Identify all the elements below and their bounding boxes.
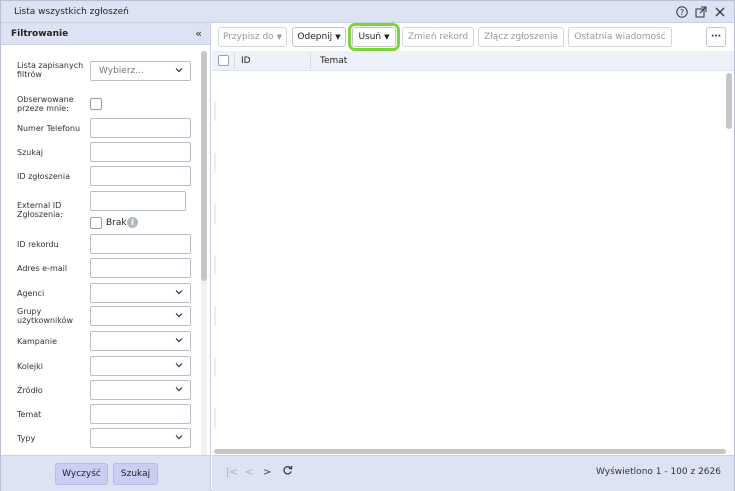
email-label: Adres e-mail (17, 264, 68, 273)
chevron-down-icon (175, 363, 183, 368)
agents-select[interactable] (90, 283, 191, 303)
ticket-id-input[interactable] (90, 166, 191, 186)
table-vertical-scrollbar[interactable] (726, 73, 732, 129)
saved-filters-label: Lista zapisanych filtrów (17, 61, 84, 79)
phone-input[interactable] (90, 118, 191, 138)
subject-input[interactable] (90, 404, 191, 424)
chevron-down-icon (175, 68, 183, 73)
caret-down-icon: ▼ (276, 33, 283, 41)
merge-tickets-button[interactable]: Złącz zgłoszenia (478, 27, 564, 47)
source-label: Źródło (17, 386, 43, 395)
user-groups-label: Grupy użytkowników (17, 307, 74, 325)
action-toolbar: Przypisz do ▼ Odepnij ▼ Usuń ▼ Zmień rekord… (212, 23, 734, 51)
window-controls: ? (675, 5, 726, 18)
popout-icon[interactable] (694, 5, 707, 18)
search-button[interactable]: Szukaj (113, 463, 158, 485)
previous-page-icon[interactable]: < (245, 467, 253, 478)
agents-label: Agenci (17, 289, 45, 298)
first-page-icon[interactable]: |< (226, 467, 238, 478)
record-id-input[interactable] (90, 234, 191, 254)
source-select[interactable] (90, 380, 191, 400)
campaigns-select[interactable] (90, 331, 191, 351)
row-marker (214, 306, 216, 326)
external-id-input[interactable] (90, 191, 186, 211)
unpin-dropdown[interactable]: Odepnij ▼ (292, 27, 346, 47)
row-marker (214, 255, 216, 275)
info-icon[interactable]: i (127, 217, 138, 228)
delete-dropdown[interactable]: Usuń ▼ (348, 23, 400, 51)
column-header-subject[interactable]: Temat (320, 56, 347, 66)
saved-filters-placeholder: Wybierz... (99, 66, 144, 76)
queues-label: Kolejki (17, 362, 43, 371)
queues-select[interactable] (90, 356, 191, 376)
ticket-id-label: ID zgłoszenia (17, 172, 70, 181)
observed-checkbox[interactable] (90, 98, 102, 110)
svg-text:?: ? (679, 8, 683, 17)
select-all-checkbox[interactable] (218, 55, 229, 66)
chevron-down-icon (175, 435, 183, 440)
clear-button[interactable]: Wyczyść (55, 463, 108, 485)
table-body (212, 71, 734, 449)
row-marker (214, 204, 216, 224)
next-page-icon[interactable]: > (263, 467, 271, 478)
window-titlebar: Lista wszystkich zgłoszeń ? (1, 1, 734, 23)
search-input[interactable] (90, 142, 191, 162)
types-select[interactable] (90, 428, 191, 448)
row-marker (214, 357, 216, 377)
filter-panel: Filtrowanie « Lista zapisanych filtrów W… (1, 23, 211, 491)
last-message-button[interactable]: Ostatnia wiadomość (568, 27, 672, 47)
chevron-down-icon (175, 387, 183, 392)
ticket-list-window: Lista wszystkich zgłoszeń ? Filtrowanie … (0, 0, 735, 491)
table-horizontal-scrollbar[interactable] (214, 449, 726, 454)
filter-panel-title: Filtrowanie (11, 29, 69, 39)
unpin-label: Odepnij (297, 32, 333, 42)
assign-to-dropdown[interactable]: Przypisz do ▼ (218, 27, 287, 47)
column-separator (234, 53, 235, 69)
help-icon[interactable]: ? (675, 5, 688, 18)
column-header-id[interactable]: ID (241, 56, 251, 66)
chevron-down-icon (175, 290, 183, 295)
delete-label: Usuń (358, 32, 382, 42)
chevron-down-icon (175, 313, 183, 318)
filter-panel-footer: Wyczyść Szukaj (1, 455, 210, 491)
user-groups-select[interactable] (90, 306, 191, 326)
campaigns-label: Kampanie (17, 337, 57, 346)
window-title: Lista wszystkich zgłoszeń (14, 7, 129, 17)
collapse-panel-icon[interactable]: « (195, 27, 202, 40)
subject-label: Temat (17, 410, 42, 419)
table-header: ID Temat (212, 51, 734, 71)
filter-scrollbar-thumb[interactable] (201, 51, 207, 281)
search-label: Szukaj (17, 148, 43, 157)
caret-down-icon: ▼ (384, 33, 390, 41)
column-separator (310, 53, 311, 69)
close-icon[interactable] (713, 5, 726, 18)
caret-down-icon: ▼ (335, 33, 341, 41)
external-id-none-checkbox[interactable] (90, 217, 102, 229)
external-id-none-label: Brak (106, 218, 127, 228)
paging-status: Wyświetlono 1 - 100 z 2626 (596, 467, 721, 477)
row-marker (214, 153, 216, 173)
types-label: Typy (17, 434, 36, 443)
change-record-button[interactable]: Zmień rekord (402, 27, 474, 47)
refresh-icon[interactable] (282, 465, 293, 479)
phone-label: Numer Telefonu (17, 124, 81, 133)
filter-panel-header: Filtrowanie « (1, 23, 210, 45)
row-marker (214, 101, 216, 121)
row-marker (214, 408, 216, 428)
observed-label: Obserwowane przeze mnie: (17, 95, 74, 113)
chevron-down-icon (175, 338, 183, 343)
external-id-label: External ID Zgłoszenia: (17, 201, 63, 219)
saved-filters-select[interactable]: Wybierz... (90, 61, 191, 81)
table-footer: |< < > Wyświetlono 1 - 100 z 2626 (212, 455, 734, 491)
assign-to-label: Przypisz do (222, 32, 274, 42)
more-options-button[interactable]: ··· (706, 27, 726, 47)
email-input[interactable] (90, 258, 191, 278)
record-id-label: ID rekordu (17, 240, 59, 249)
